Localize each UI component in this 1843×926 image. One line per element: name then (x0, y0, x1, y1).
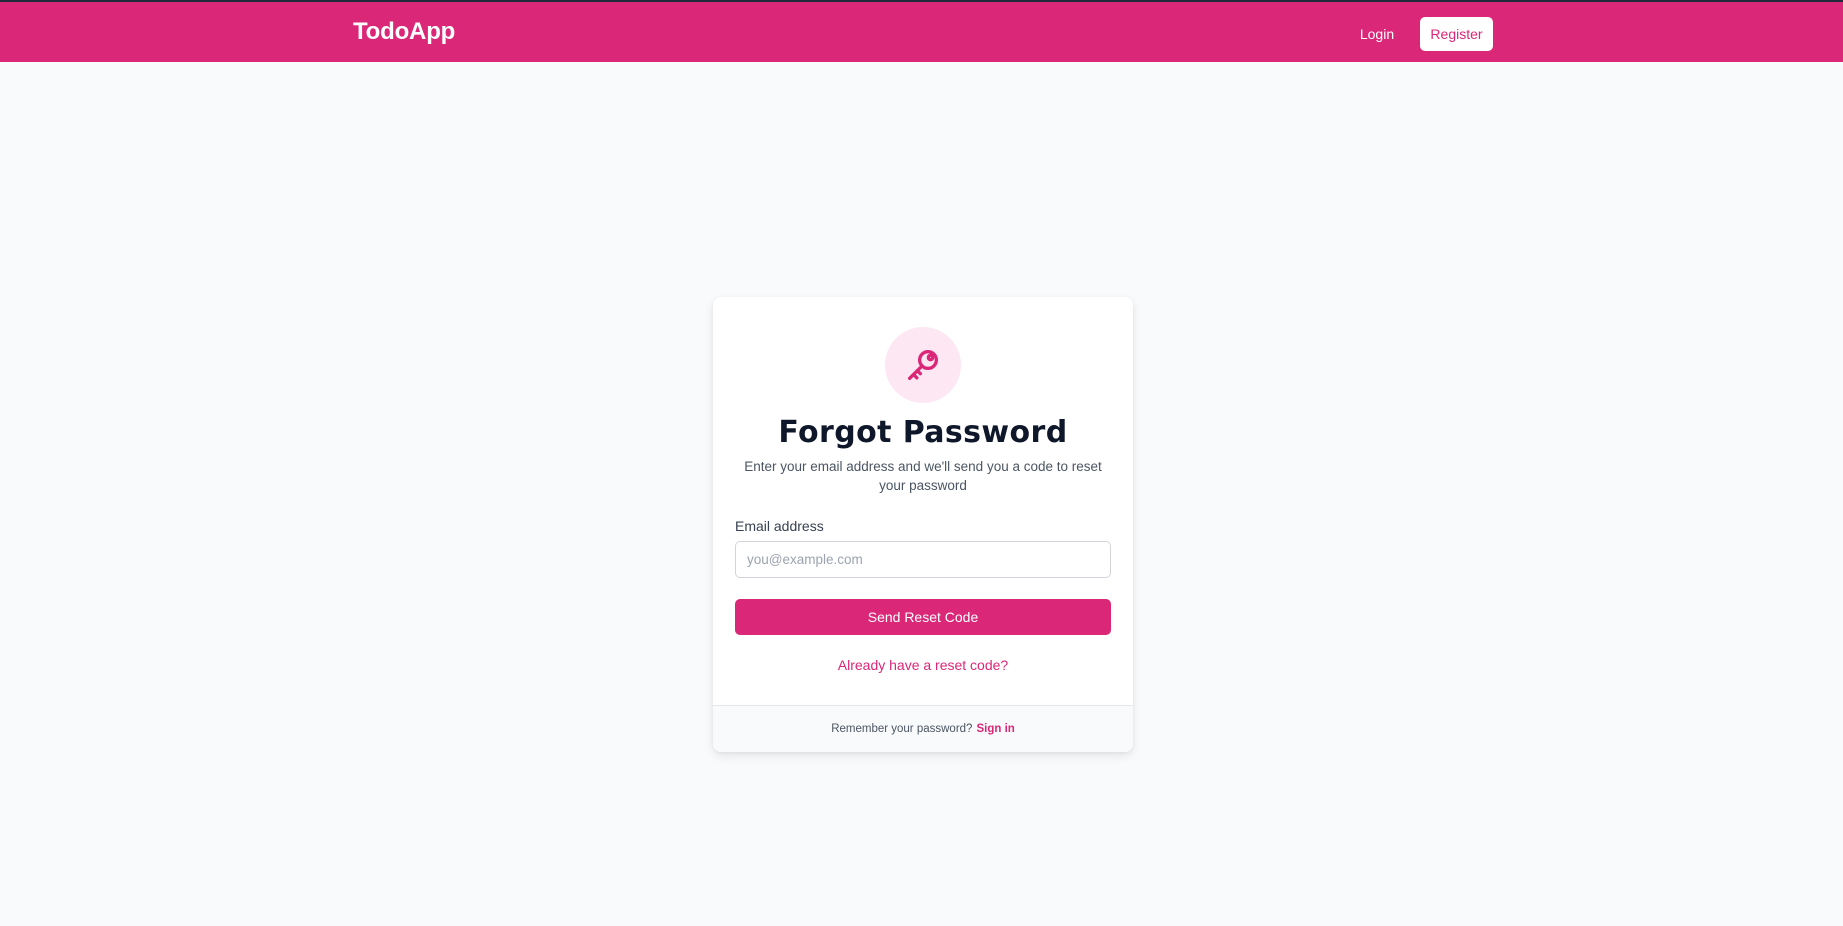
email-field[interactable] (735, 541, 1111, 578)
forgot-password-card: Forgot Password Enter your email address… (713, 297, 1133, 752)
sign-in-link[interactable]: Sign in (976, 723, 1014, 735)
key-icon-badge (885, 327, 961, 403)
login-link[interactable]: Login (1346, 17, 1408, 51)
page-title: Forgot Password (778, 415, 1068, 450)
brand-logo[interactable]: TodoApp (353, 18, 455, 46)
card-footer: Remember your password? Sign in (713, 705, 1133, 752)
send-reset-code-button[interactable]: Send Reset Code (735, 599, 1111, 635)
navbar: TodoApp Login Register (0, 2, 1843, 62)
reset-code-link[interactable]: Already have a reset code? (713, 657, 1133, 673)
key-icon (908, 350, 938, 380)
register-button[interactable]: Register (1420, 17, 1493, 51)
email-label: Email address (735, 518, 824, 534)
page-subtitle: Enter your email address and we'll send … (744, 459, 1102, 493)
footer-prompt: Remember your password? (831, 723, 973, 735)
